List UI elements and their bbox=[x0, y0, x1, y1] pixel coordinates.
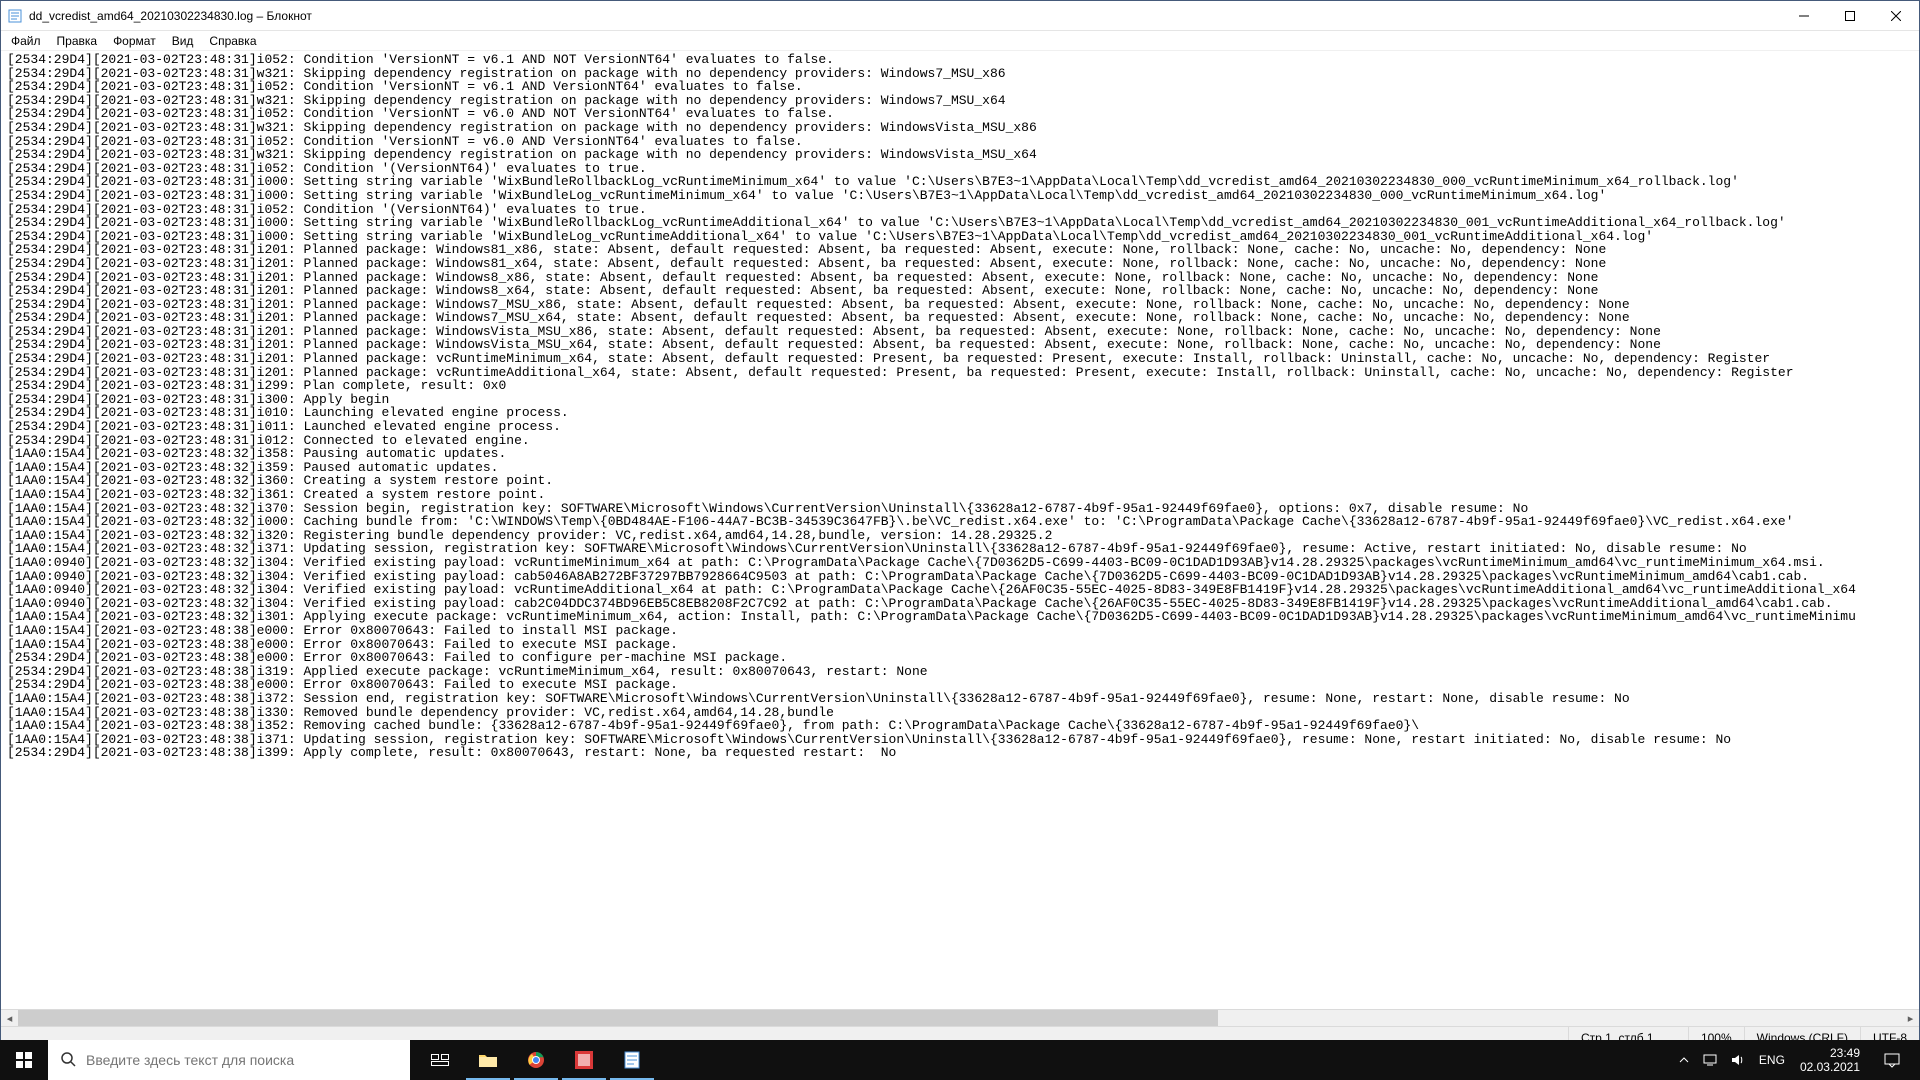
start-button[interactable] bbox=[0, 1040, 48, 1080]
scroll-left-arrow-icon[interactable]: ◂ bbox=[1, 1010, 18, 1027]
window-controls bbox=[1781, 1, 1919, 30]
clock-time: 23:49 bbox=[1830, 1046, 1860, 1060]
taskbar-search[interactable] bbox=[48, 1040, 410, 1080]
taskbar-items bbox=[410, 1040, 656, 1080]
menubar: Файл Правка Формат Вид Справка bbox=[1, 31, 1919, 51]
task-view-button[interactable] bbox=[416, 1040, 464, 1080]
language-indicator[interactable]: ENG bbox=[1752, 1040, 1792, 1080]
search-icon bbox=[60, 1051, 76, 1070]
volume-icon[interactable] bbox=[1724, 1040, 1752, 1080]
horizontal-scrollbar[interactable]: ◂ ▸ bbox=[1, 1009, 1919, 1026]
system-tray: ENG 23:49 02.03.2021 bbox=[1672, 1040, 1920, 1080]
action-center-icon[interactable] bbox=[1868, 1040, 1916, 1080]
menu-edit[interactable]: Правка bbox=[49, 32, 106, 50]
menu-file[interactable]: Файл bbox=[3, 32, 49, 50]
maximize-button[interactable] bbox=[1827, 1, 1873, 30]
titlebar[interactable]: dd_vcredist_amd64_20210302234830.log – Б… bbox=[1, 1, 1919, 31]
taskbar: ENG 23:49 02.03.2021 bbox=[0, 1040, 1920, 1080]
menu-help[interactable]: Справка bbox=[201, 32, 264, 50]
menu-view[interactable]: Вид bbox=[164, 32, 202, 50]
scroll-track[interactable] bbox=[18, 1010, 1902, 1026]
taskbar-item-chrome[interactable] bbox=[512, 1040, 560, 1080]
taskbar-item-notepad[interactable] bbox=[608, 1040, 656, 1080]
scroll-right-arrow-icon[interactable]: ▸ bbox=[1902, 1010, 1919, 1027]
text-area[interactable]: [2534:29D4][2021-03-02T23:48:31]i052: Co… bbox=[1, 51, 1919, 1009]
search-input[interactable] bbox=[86, 1052, 398, 1068]
scroll-thumb[interactable] bbox=[18, 1010, 1218, 1026]
window-title: dd_vcredist_amd64_20210302234830.log – Б… bbox=[29, 9, 1781, 23]
notepad-window: dd_vcredist_amd64_20210302234830.log – Б… bbox=[0, 0, 1920, 1050]
taskbar-item-app1[interactable] bbox=[560, 1040, 608, 1080]
tray-overflow-icon[interactable] bbox=[1672, 1040, 1696, 1080]
menu-format[interactable]: Формат bbox=[105, 32, 164, 50]
taskbar-item-file-explorer[interactable] bbox=[464, 1040, 512, 1080]
network-icon[interactable] bbox=[1696, 1040, 1724, 1080]
notepad-icon bbox=[7, 8, 23, 24]
clock-date: 02.03.2021 bbox=[1800, 1060, 1860, 1074]
taskbar-clock[interactable]: 23:49 02.03.2021 bbox=[1792, 1046, 1868, 1074]
close-button[interactable] bbox=[1873, 1, 1919, 30]
minimize-button[interactable] bbox=[1781, 1, 1827, 30]
